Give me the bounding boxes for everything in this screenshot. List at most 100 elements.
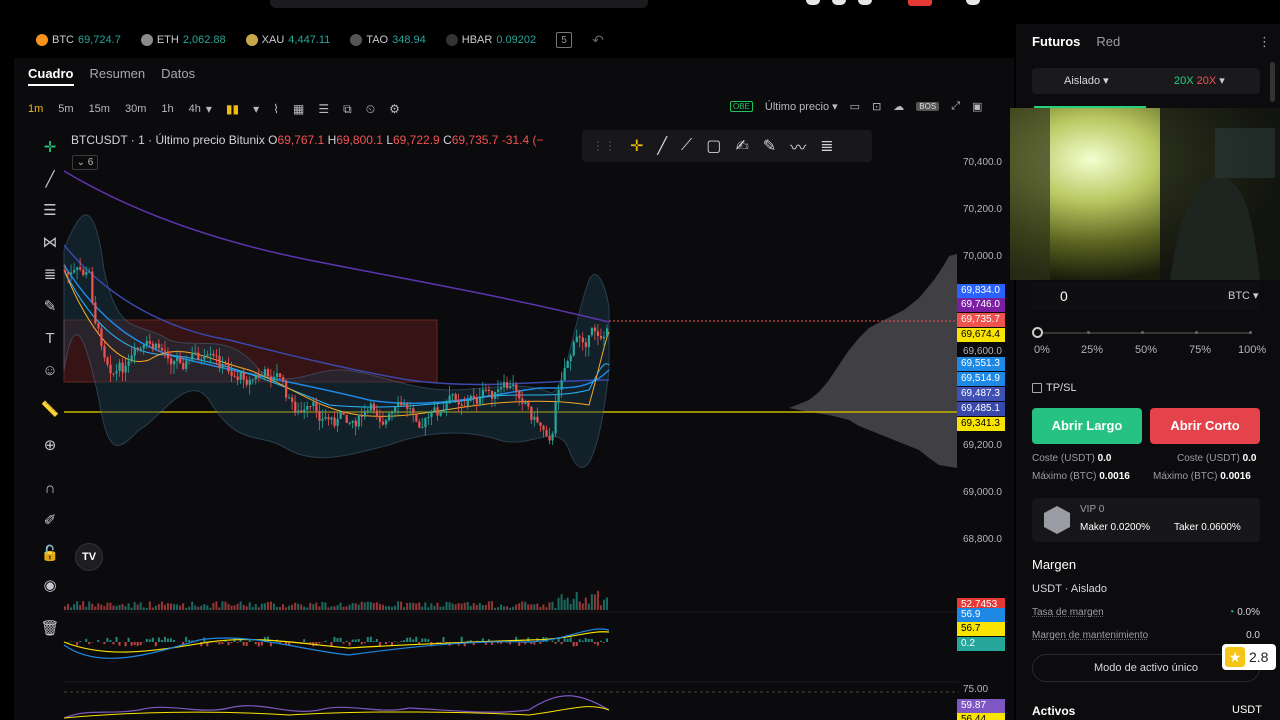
volume-bar [348,604,351,610]
browser-extension-icon[interactable] [966,0,980,5]
assets-unit: USDT [1232,704,1262,716]
price-chart[interactable] [49,70,959,720]
browser-extension-icon[interactable] [806,0,820,5]
volume-bar [88,601,91,610]
volume-bar [163,604,166,610]
tab-futuros[interactable]: Futuros [1032,34,1080,49]
candle-body [275,373,279,378]
slider-pct-label[interactable]: 100% [1238,344,1266,356]
volume-bar [236,603,239,610]
volume-bar [315,602,318,610]
pen-icon[interactable]: ✎ [763,136,776,156]
volume-bar [130,607,133,610]
address-bar[interactable] [270,0,648,8]
macd-histogram-bar [409,637,412,642]
volume-bar [82,601,85,610]
browser-extension-icon[interactable] [858,0,872,5]
quantity-unit-dropdown[interactable]: BTC ▾ [1228,289,1259,302]
volume-bar [73,604,76,610]
path-tool-icon[interactable]: ⟋ [681,137,692,155]
tradingview-logo[interactable]: TV [75,543,103,571]
macd-histogram-bar [333,637,336,642]
slider-pct-label[interactable]: 25% [1081,344,1103,356]
quantity-input[interactable]: 0 BTC ▾ [1032,282,1260,310]
brush-icon[interactable]: ✍ [735,136,748,156]
volume-bar [360,601,363,610]
ticker-item[interactable]: TAO 348.94 [350,34,426,46]
volume-bar [206,605,209,610]
slider-pct-label[interactable]: 0% [1034,344,1050,356]
macd-histogram-bar [533,642,536,645]
volume-bar [160,601,163,610]
candle-body [354,420,357,427]
ticker-item[interactable]: HBAR 0.09202 [445,34,536,46]
camera-icon[interactable]: ▣ [972,100,982,113]
candle-body [391,411,394,414]
volume-bar [478,603,481,610]
layout-icon[interactable]: 5 [556,32,573,48]
candle-body [194,352,197,355]
volume-bar [194,605,197,610]
candle-body [536,416,539,423]
volume-bar [145,607,148,610]
crosshair-icon[interactable]: ✛ [630,136,643,156]
ticker-item[interactable]: XAU 4,447.11 [245,34,330,46]
quantity-slider[interactable]: 0% 25% 50% 75% 100% [1032,327,1266,358]
legend-title: BTCUSDT · 1 · Último precio Bitunix [71,133,265,147]
volume-bar [569,603,572,610]
candle-body [269,376,273,382]
more-icon[interactable]: ⋮ [1258,34,1271,50]
volume-bar [551,601,554,610]
price-tag: 69,834.0 [957,284,1005,298]
margin-rate-row: Tasa de margen ◔ 0.0% [1032,607,1260,618]
menu-icon[interactable]: ≣ [820,136,833,156]
volume-bar [127,603,130,610]
undo-icon[interactable]: ↶ [592,32,604,49]
macd-histogram-bar [188,639,191,642]
candle-body [472,395,475,400]
volume-bar [448,602,451,610]
volume-bar [139,602,142,610]
rating-badge[interactable]: ★ 2.8 [1222,644,1276,670]
candle-body [130,355,133,362]
candle-body [254,375,257,380]
tpsl-toggle[interactable]: TP/SL [1032,382,1077,394]
volume-bar [554,607,557,610]
candle-body [218,356,221,368]
line-tool-icon[interactable]: ╱ [657,136,667,156]
timeframe-1m[interactable]: 1m [28,103,43,115]
candle-body [378,416,382,422]
volume-bar [357,604,360,610]
tpsl-checkbox[interactable] [1032,383,1042,393]
macd-histogram-bar [566,638,569,642]
open-short-button[interactable]: Abrir Corto [1150,408,1260,444]
slider-tick [1195,331,1198,334]
scrollbar[interactable] [1270,62,1275,102]
ticker-item[interactable]: BTC 69,724.7 [36,34,121,46]
volume-bar [542,604,545,610]
margin-mode-dropdown[interactable]: Aislado ▾ [1064,74,1109,87]
candle-body [566,361,569,368]
drag-handle-icon[interactable]: ⋮⋮ [592,139,616,153]
rectangle-icon[interactable]: ▢ [706,136,721,156]
indicator-count-toggle[interactable]: ⌄ 6 [72,155,98,170]
slider-pct-label[interactable]: 50% [1135,344,1157,356]
open-long-button[interactable]: Abrir Largo [1032,408,1142,444]
tab-red[interactable]: Red [1096,34,1120,49]
polyline-icon[interactable]: 〰 [790,134,806,158]
ticker-item[interactable]: ETH 2,062.88 [140,34,226,46]
browser-extension-icon[interactable] [832,0,846,5]
slider-knob[interactable] [1032,327,1043,338]
volume-bar [188,606,191,610]
volume-bar [288,605,291,610]
slider-pct-label[interactable]: 75% [1189,344,1211,356]
macd-histogram-bar [130,642,133,646]
volume-bar [530,604,533,610]
volume-profile [789,254,957,468]
eth-coin-icon [140,34,153,46]
leverage-dropdown[interactable]: 20X 20X ▾ [1174,74,1225,87]
candle-body [91,271,94,303]
margin-rate-label: Tasa de margen [1032,607,1104,618]
macd-histogram-bar [509,642,512,645]
candle-body [345,414,348,423]
